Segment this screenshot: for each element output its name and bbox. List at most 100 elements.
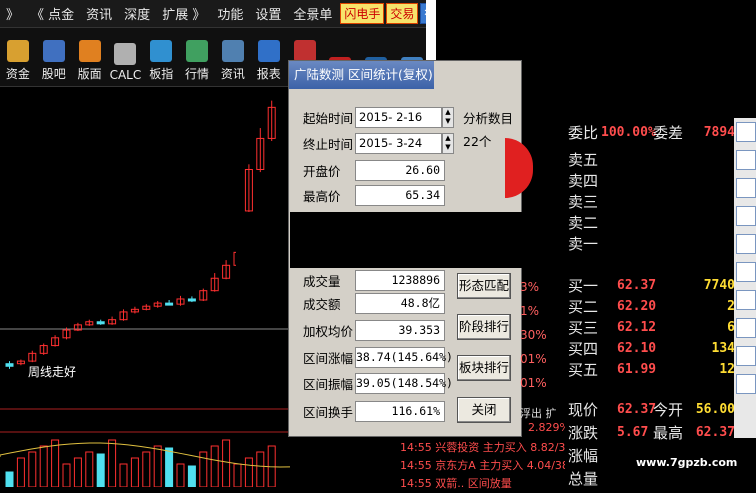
menu-bar: 》 《 点金 资讯 深度 扩展 》 功能 设置 全景单 闪电手 交易 行 <box>0 0 441 28</box>
toolbar-button[interactable]: 资金 <box>0 28 36 86</box>
end-date-input[interactable]: 2015- 3-24 <box>355 132 442 154</box>
sell-row[interactable]: 卖三 <box>565 192 735 212</box>
toolbar-button[interactable]: 版面 <box>72 28 108 86</box>
buy-row[interactable]: 买五 61.99 12 <box>565 360 735 380</box>
toolbar-button[interactable]: 资讯 <box>215 28 251 86</box>
ticker-action: 主力买入 <box>479 459 524 472</box>
menu-item-settings[interactable]: 设置 <box>249 4 287 23</box>
menu-item-news[interactable]: 资讯 <box>80 4 118 23</box>
interval-rise-label: 区间涨幅 <box>303 350 354 366</box>
toolbar-button[interactable]: 股吧 <box>36 28 72 86</box>
F10-icon[interactable] <box>736 234 756 254</box>
sell-label: 卖一 <box>568 235 599 253</box>
toolbar-button[interactable]: 行情 <box>179 28 215 86</box>
end-time-label: 终止时间 <box>303 136 354 152</box>
weighted-avg-label: 加权均价 <box>303 323 354 339</box>
chart-box-icon[interactable] <box>736 346 756 366</box>
pattern-match-button[interactable]: 形态匹配 <box>457 273 511 299</box>
buy-row[interactable]: 买二 62.20 2 <box>565 297 735 317</box>
sector-rank-button[interactable]: 板块排行 <box>457 355 511 381</box>
menu-item-extend[interactable]: 扩展 》 <box>156 4 211 23</box>
sell-row[interactable]: 卖四 <box>565 171 735 191</box>
sell-row[interactable]: 卖二 <box>565 213 735 233</box>
ticker-row[interactable]: 14:55 京东方A 主力买入 4.04/38 <box>400 457 569 475</box>
ratio-label: 委比 <box>568 124 599 142</box>
volume-bar <box>256 451 265 487</box>
ticker-row[interactable]: 14:55 双箭.. 区间放量 <box>400 475 565 493</box>
volume-bar <box>16 457 25 487</box>
blank-overlay <box>290 212 526 268</box>
ticker-row[interactable]: 14:55 兴蓉投资 主力买入 8.82/34 <box>400 439 572 457</box>
toolbar-button[interactable]: 报表 <box>251 28 287 86</box>
menu-item-function[interactable]: 功能 <box>211 4 249 23</box>
volume-bar <box>222 439 231 487</box>
sell-row[interactable]: 卖五 <box>565 150 735 170</box>
start-date-spinner[interactable]: ▲ ▼ <box>442 106 454 128</box>
F2-icon[interactable] <box>736 318 756 338</box>
settings-icon[interactable] <box>736 374 756 394</box>
sell-label: 卖四 <box>568 172 599 190</box>
toolbar-label: 行情 <box>185 67 210 81</box>
menu-item-gold[interactable]: 《 点金 <box>25 4 80 23</box>
end-date-spinner[interactable]: ▲ ▼ <box>442 132 454 154</box>
percent-column: 3% 1% 30% 01% 01% <box>520 270 565 400</box>
volume-ma-line <box>0 442 290 468</box>
high-label: 最高 <box>653 424 684 442</box>
diff-value: 7894 <box>703 125 735 140</box>
change-row: 涨跌 5.67 最高 62.37 <box>565 423 735 443</box>
buy-volume: 12 <box>719 362 735 377</box>
volume-field: 1238896 <box>355 269 445 291</box>
candle-icon[interactable] <box>736 178 756 198</box>
dialog-title[interactable]: 广陆数测 区间统计(复权) <box>289 61 434 89</box>
panel-icon[interactable] <box>736 206 756 226</box>
buy-row[interactable]: 买三 62.12 6 <box>565 318 735 338</box>
news-icon <box>221 40 244 62</box>
menu-item-panorama[interactable]: 全景单 <box>287 4 338 23</box>
ticker-pct: 2.829% <box>528 421 570 434</box>
line-chart-icon[interactable] <box>736 150 756 170</box>
buy-label: 买三 <box>568 319 599 337</box>
total-label: 总量 <box>568 470 599 488</box>
menu-item-depth[interactable]: 深度 <box>118 4 156 23</box>
candle-body <box>187 298 196 302</box>
now-value: 62.37 <box>617 402 657 417</box>
candlestick-chart[interactable] <box>0 87 290 487</box>
interval-turnover-label: 区间换手 <box>303 404 354 420</box>
ticker-time: 14:55 <box>400 441 432 454</box>
grid-icon[interactable] <box>736 262 756 282</box>
buy-row[interactable]: 买一 62.37 7740 <box>565 276 735 296</box>
toolbar-button[interactable]: 板指 <box>143 28 179 86</box>
start-date-input[interactable]: 2015- 2-16 <box>355 106 442 128</box>
open-price-label: 开盘价 <box>303 163 341 179</box>
stage-rank-button[interactable]: 阶段排行 <box>457 314 511 340</box>
volume-bar <box>153 445 162 487</box>
candle-body <box>96 321 105 325</box>
list-icon[interactable] <box>736 122 756 142</box>
amount-label: 成交额 <box>303 296 341 312</box>
ticker-value: 4.04/38 <box>526 459 569 472</box>
toolbar-button[interactable]: CALC <box>107 28 143 86</box>
toolbar-label: 版面 <box>77 67 102 81</box>
trade-button[interactable]: 交易 <box>386 3 419 24</box>
sell-label: 卖二 <box>568 214 599 232</box>
pct-cell: 1% <box>520 304 540 318</box>
volume-bar <box>62 463 71 487</box>
now-label: 现价 <box>568 401 599 419</box>
buy-price: 61.99 <box>617 362 657 377</box>
menu-back[interactable]: 》 <box>0 4 25 23</box>
pct-cell: 30% <box>520 328 547 342</box>
sell-row[interactable]: 卖一 <box>565 234 735 254</box>
buy-row[interactable]: 买四 62.10 134 <box>565 339 735 359</box>
toolbar-label: CALC <box>109 68 142 82</box>
volume-bar <box>187 465 196 487</box>
diff-label: 委差 <box>653 124 684 142</box>
flash-trade-button[interactable]: 闪电手 <box>340 3 385 24</box>
candle-body <box>165 302 174 306</box>
gold-coins-icon <box>6 40 29 62</box>
order-book-panel: 委比 100.00% 委差 7894 现价 62.37 今开 56.00 涨跌 … <box>565 113 756 488</box>
volume-bar <box>5 471 14 487</box>
commission-ratio-row: 委比 100.00% 委差 7894 <box>565 123 735 143</box>
F10-doc-icon[interactable] <box>736 290 756 310</box>
people-icon <box>42 40 65 62</box>
high-price-label: 最高价 <box>303 188 341 204</box>
